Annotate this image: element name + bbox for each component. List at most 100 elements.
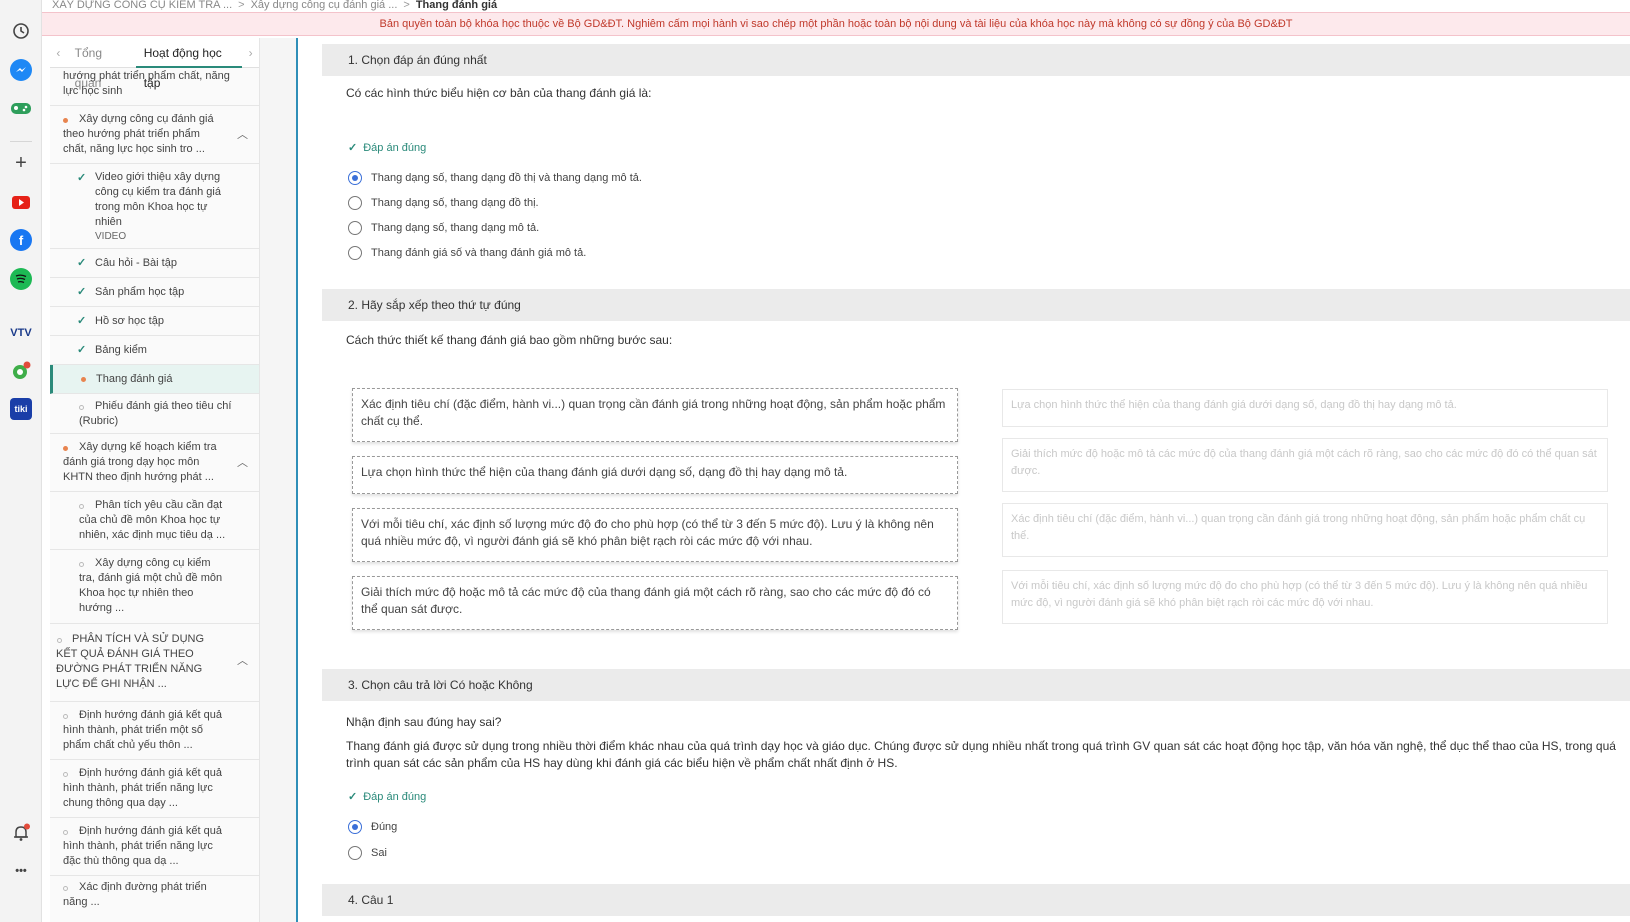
vtv-icon[interactable]: VTV <box>10 322 32 344</box>
chevron-right-icon[interactable]: › <box>242 46 259 60</box>
facebook-icon[interactable]: f <box>10 229 32 251</box>
breadcrumb: XÂY DỰNG CÔNG CỤ KIỂM TRA ... > Xây dựng c… <box>52 0 497 12</box>
nav-item-label: Video giới thiệu xây dựng công cụ kiểm t… <box>95 171 221 228</box>
history-icon[interactable] <box>10 20 32 42</box>
question-header: 1. Chọn đáp án đúng nhất <box>322 44 1630 76</box>
chevron-up-icon[interactable]: ︿ <box>237 654 248 669</box>
youtube-icon[interactable] <box>10 191 32 213</box>
nav-item-label: Định hướng đánh giá kết quả hình thành, … <box>63 767 223 809</box>
nav-item-lesson[interactable]: Định hướng đánh giá kết quả hình thành, … <box>50 760 259 818</box>
nav-item-label: Bảng kiểm <box>95 344 147 356</box>
question-header: 4. Câu 1 <box>322 884 1630 916</box>
breadcrumb-item-chapter[interactable]: XÂY DỰNG CÔNG CỤ KIỂM TRA ... <box>52 0 232 11</box>
correct-answer-label: ✓ Đáp án đúng <box>348 790 426 803</box>
option-label: Đúng <box>371 821 398 833</box>
nav-item-section[interactable]: Xây dựng công cụ đánh giá theo hướng phá… <box>50 106 259 164</box>
nav-item-lesson[interactable]: ✓ Câu hỏi - Bài tập <box>50 249 259 278</box>
option-label: Thang dạng số, thang dạng mô tả. <box>371 222 540 234</box>
question-header: 3. Chọn câu trả lời Có hoặc Không <box>322 669 1630 701</box>
nav-item-section[interactable]: Xây dựng kế hoạch kiểm tra đánh giá tron… <box>50 434 259 492</box>
question-prompt: Có các hình thức biểu hiện cơ bản của th… <box>346 86 652 100</box>
nav-item-lesson[interactable]: ✓ Sản phẩm học tập <box>50 278 259 307</box>
nav-item-label: Phiếu đánh giá theo tiêu chí (Rubric) <box>79 400 232 427</box>
radio-button[interactable] <box>348 221 362 235</box>
nav-scrollbar[interactable] <box>260 38 296 922</box>
nav-item-label: Hồ sơ học tập <box>95 315 164 327</box>
drop-target-slot[interactable]: Giải thích mức độ hoặc mô tả các mức độ … <box>1002 438 1608 492</box>
radio-button[interactable] <box>348 246 362 260</box>
draggable-step[interactable]: Lựa chọn hình thức thể hiện của thang đá… <box>352 456 958 494</box>
check-icon: ✓ <box>348 142 358 154</box>
nav-item-lesson[interactable]: Phân tích yêu cầu cần đạt của chủ đề môn… <box>50 492 259 550</box>
breadcrumb-separator: > <box>238 0 245 11</box>
chevron-up-icon[interactable]: ︿ <box>237 456 248 471</box>
nav-item-lesson[interactable]: ✓ Bảng kiểm <box>50 336 259 365</box>
drop-target-slot[interactable]: Với mỗi tiêu chí, xác định số lượng mức … <box>1002 570 1608 624</box>
question-prompt: Nhận định sau đúng hay sai? <box>346 715 502 729</box>
radio-selected[interactable] <box>348 171 362 185</box>
nav-item-current-lesson[interactable]: Thang đánh giá <box>50 365 259 394</box>
tab-overview[interactable]: Tổng quan <box>67 38 136 90</box>
answer-option[interactable]: Thang dạng số, thang dạng đồ thị. <box>348 196 539 210</box>
nav-tabs: ‹ Tổng quan Hoạt động học tập › <box>50 38 259 90</box>
correct-answer-text: Đáp án đúng <box>363 142 427 154</box>
option-label: Thang dạng số, thang dạng đồ thị. <box>371 197 539 209</box>
nav-item-label: hướng phát triển phẩm chất, năng lực học… <box>63 70 230 97</box>
answer-option[interactable]: Thang dạng số, thang dạng mô tả. <box>348 221 539 235</box>
answer-option-false[interactable]: Sai <box>348 846 387 860</box>
draggable-step[interactable]: Xác định tiêu chí (đặc điểm, hành vi...)… <box>352 388 958 442</box>
browser-sidebar: + f VTV tiki ••• <box>0 0 42 922</box>
nav-item-lesson[interactable]: Định hướng đánh giá kết quả hình thành, … <box>50 818 259 876</box>
tab-learning-activities[interactable]: Hoạt động học tập <box>135 38 243 90</box>
add-icon[interactable]: + <box>10 152 32 174</box>
chevron-left-icon[interactable]: ‹ <box>50 46 67 60</box>
bell-icon[interactable] <box>10 822 32 844</box>
draggable-step[interactable]: Giải thích mức độ hoặc mô tả các mức độ … <box>352 576 958 630</box>
copyright-banner: Bản quyền toàn bộ khóa học thuộc về Bộ G… <box>42 12 1630 36</box>
option-label: Sai <box>371 847 387 859</box>
quiz-content: 1. Chọn đáp án đúng nhất Có các hình thứ… <box>322 38 1630 922</box>
check-icon: ✓ <box>77 344 87 356</box>
nav-item-label: Xây dựng kế hoạch kiểm tra đánh giá tron… <box>63 441 217 483</box>
rail-divider <box>10 141 32 142</box>
question-header: 2. Hãy sắp xếp theo thứ tự đúng <box>322 289 1630 321</box>
nav-item-lesson[interactable]: Phiếu đánh giá theo tiêu chí (Rubric) <box>50 394 259 434</box>
drop-target-slot[interactable]: Xác định tiêu chí (đặc điểm, hành vi...)… <box>1002 503 1608 557</box>
correct-answer-label: ✓ Đáp án đúng <box>348 141 426 154</box>
game-icon[interactable] <box>10 97 32 119</box>
breadcrumb-separator: > <box>403 0 410 11</box>
nav-item[interactable]: hướng phát triển phẩm chất, năng lực học… <box>50 68 259 106</box>
nav-item-label: Thang đánh giá <box>96 373 173 385</box>
drop-target-slot[interactable]: Lựa chọn hình thức thể hiện của thang đá… <box>1002 389 1608 427</box>
draggable-step[interactable]: Với mỗi tiêu chí, xác định số lượng mức … <box>352 508 958 562</box>
tiki-icon[interactable]: tiki <box>10 398 32 420</box>
nav-item-label: Sản phẩm học tập <box>95 286 185 298</box>
option-label: Thang dạng số, thang dạng đồ thị và than… <box>371 172 642 184</box>
nav-item-lesson[interactable]: Xác định đường phát triển năng ... <box>50 876 259 922</box>
nav-item-lesson[interactable]: Định hướng đánh giá kết quả hình thành, … <box>50 702 259 760</box>
radio-selected[interactable] <box>348 820 362 834</box>
messenger-icon[interactable] <box>10 59 32 81</box>
nav-item-lesson[interactable]: ✓ Video giới thiệu xây dựng công cụ kiểm… <box>50 164 259 249</box>
nav-item-lesson[interactable]: Xây dựng công cụ kiểm tra, đánh giá một … <box>50 550 259 624</box>
answer-option[interactable]: Thang dạng số, thang dạng đồ thị và than… <box>348 171 642 185</box>
nav-item-label: Câu hỏi - Bài tập <box>95 257 177 269</box>
breadcrumb-item-section[interactable]: Xây dựng công cụ đánh giá ... <box>251 0 398 11</box>
radio-button[interactable] <box>348 846 362 860</box>
spotify-icon[interactable] <box>10 268 32 290</box>
radio-button[interactable] <box>348 196 362 210</box>
nav-item-label: Định hướng đánh giá kết quả hình thành, … <box>63 709 223 751</box>
check-icon: ✓ <box>348 791 358 803</box>
nav-item-label: Xây dựng công cụ kiểm tra, đánh giá một … <box>79 557 223 614</box>
more-icon[interactable]: ••• <box>10 860 32 882</box>
chevron-up-icon[interactable]: ︿ <box>237 128 248 143</box>
nav-item-lesson[interactable]: ✓ Hồ sơ học tập <box>50 307 259 336</box>
answer-option[interactable]: Thang đánh giá số và thang đánh giá mô t… <box>348 246 586 260</box>
map-icon[interactable] <box>10 360 32 382</box>
nav-item-chapter[interactable]: PHÂN TÍCH VÀ SỬ DỤNG KẾT QUẢ ĐÁNH GIÁ TH… <box>50 624 259 702</box>
check-icon: ✓ <box>77 257 87 269</box>
answer-option-true[interactable]: Đúng <box>348 820 397 834</box>
nav-item-label: Định hướng đánh giá kết quả hình thành, … <box>63 825 223 867</box>
nav-item-label: PHÂN TÍCH VÀ SỬ DỤNG KẾT QUẢ ĐÁNH GIÁ TH… <box>56 633 205 690</box>
correct-answer-text: Đáp án đúng <box>363 791 427 803</box>
